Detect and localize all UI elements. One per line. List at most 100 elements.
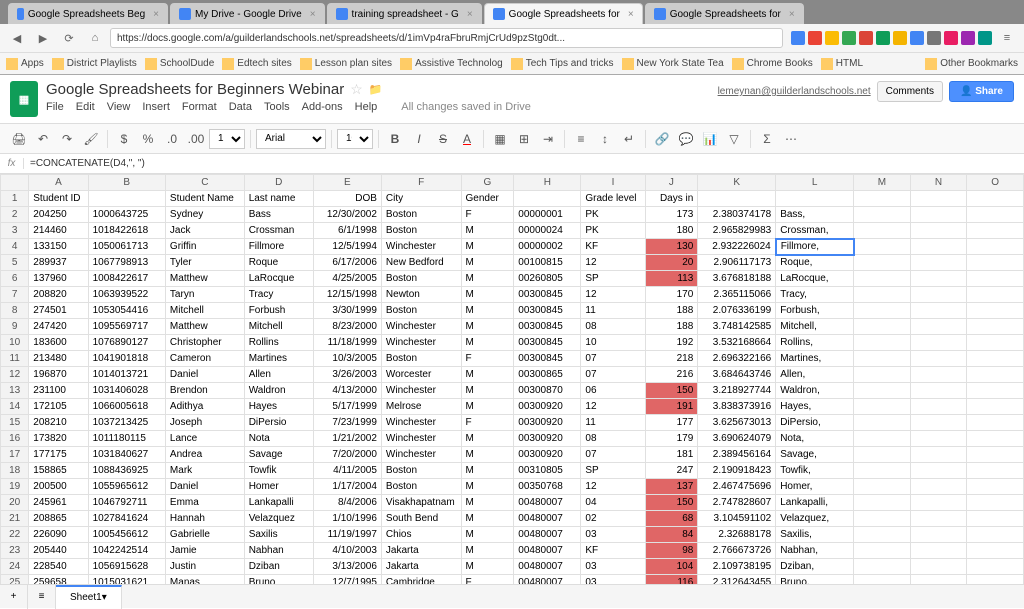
print-icon[interactable]: 🖨 <box>8 128 30 150</box>
cell[interactable]: Winchester <box>381 239 461 255</box>
cell[interactable]: 4/25/2005 <box>313 271 381 287</box>
cell[interactable]: Lance <box>165 431 244 447</box>
cell[interactable]: Homer <box>244 479 313 495</box>
cell[interactable]: M <box>461 303 514 319</box>
cell[interactable]: Emma <box>165 495 244 511</box>
cell[interactable]: M <box>461 495 514 511</box>
cell[interactable]: 00100815 <box>514 255 581 271</box>
cell[interactable]: 2.906117173 <box>698 255 776 271</box>
cell[interactable]: M <box>461 383 514 399</box>
cell[interactable]: 2.190918423 <box>698 463 776 479</box>
decimal-dec-icon[interactable]: .0 <box>161 128 183 150</box>
other-bookmarks[interactable]: Other Bookmarks <box>925 58 1018 70</box>
cell[interactable]: Nabhan, <box>776 543 854 559</box>
row-header[interactable]: 22 <box>1 527 29 543</box>
cell[interactable]: 07 <box>581 367 645 383</box>
cell[interactable]: Grade level <box>581 191 645 207</box>
cell[interactable]: 4/13/2000 <box>313 383 381 399</box>
cell[interactable]: Boston <box>381 463 461 479</box>
cell[interactable] <box>910 271 966 287</box>
cell[interactable] <box>854 431 911 447</box>
cell[interactable]: Mark <box>165 463 244 479</box>
cell[interactable]: 00000024 <box>514 223 581 239</box>
cell[interactable]: Worcester <box>381 367 461 383</box>
cell[interactable] <box>854 255 911 271</box>
cell[interactable]: 10/3/2005 <box>313 351 381 367</box>
browser-tab[interactable]: Google Spreadsheets for× <box>645 3 804 24</box>
cell[interactable]: Velazquez <box>244 511 313 527</box>
cell[interactable]: 7/23/1999 <box>313 415 381 431</box>
cell[interactable]: 4/10/2003 <box>313 543 381 559</box>
cell[interactable]: LaRocque, <box>776 271 854 287</box>
cell[interactable]: Savage <box>244 447 313 463</box>
cell[interactable]: 3.218927744 <box>698 383 776 399</box>
cell[interactable]: M <box>461 239 514 255</box>
ext-icon[interactable] <box>978 31 992 45</box>
bookmark-item[interactable]: New York State Tea <box>622 58 724 70</box>
cell[interactable]: 68 <box>645 511 698 527</box>
cell[interactable]: 1008422617 <box>88 271 165 287</box>
cell[interactable]: 00300845 <box>514 319 581 335</box>
cell[interactable]: DiPersio, <box>776 415 854 431</box>
cell[interactable]: 1011180115 <box>88 431 165 447</box>
cell[interactable]: DOB <box>313 191 381 207</box>
halign-icon[interactable]: ≡ <box>570 128 592 150</box>
cell[interactable] <box>967 559 1024 575</box>
ext-icon[interactable] <box>893 31 907 45</box>
cell[interactable]: Winchester <box>381 335 461 351</box>
row-header[interactable]: 23 <box>1 543 29 559</box>
text-color-icon[interactable]: A <box>456 128 478 150</box>
cell[interactable]: 00480007 <box>514 543 581 559</box>
cell[interactable] <box>910 495 966 511</box>
cell[interactable]: 12/5/1994 <box>313 239 381 255</box>
cell[interactable]: Hayes, <box>776 399 854 415</box>
cell[interactable] <box>910 559 966 575</box>
ext-icon[interactable] <box>842 31 856 45</box>
cell[interactable]: 00300845 <box>514 351 581 367</box>
cell[interactable]: 3/13/2006 <box>313 559 381 575</box>
col-header-I[interactable]: I <box>581 175 645 191</box>
cell[interactable]: 183600 <box>29 335 88 351</box>
cell[interactable]: Lankapalli <box>244 495 313 511</box>
cell[interactable]: 208210 <box>29 415 88 431</box>
cell[interactable]: 2.380374178 <box>698 207 776 223</box>
cell[interactable] <box>854 559 911 575</box>
cell[interactable]: LaRocque <box>244 271 313 287</box>
cell[interactable]: Newton <box>381 287 461 303</box>
cell[interactable] <box>967 383 1024 399</box>
cell[interactable] <box>854 207 911 223</box>
cell[interactable]: 00300845 <box>514 303 581 319</box>
cell[interactable]: 11/19/1997 <box>313 527 381 543</box>
row-header[interactable]: 9 <box>1 319 29 335</box>
cell[interactable]: Fillmore, <box>776 239 854 255</box>
cell[interactable]: 7/20/2000 <box>313 447 381 463</box>
col-header-C[interactable]: C <box>165 175 244 191</box>
col-header-J[interactable]: J <box>645 175 698 191</box>
row-header[interactable]: 8 <box>1 303 29 319</box>
row-header[interactable]: 16 <box>1 431 29 447</box>
col-header-H[interactable]: H <box>514 175 581 191</box>
cell[interactable] <box>854 367 911 383</box>
cell[interactable] <box>854 479 911 495</box>
cell[interactable]: 113 <box>645 271 698 287</box>
cell[interactable]: 158865 <box>29 463 88 479</box>
cell[interactable] <box>967 207 1024 223</box>
cell[interactable] <box>854 271 911 287</box>
cell[interactable]: 3.532168664 <box>698 335 776 351</box>
more-icon[interactable]: ⋯ <box>780 128 802 150</box>
font-select[interactable]: Arial <box>256 129 326 149</box>
cell[interactable]: 2.109738195 <box>698 559 776 575</box>
cell[interactable]: Martines <box>244 351 313 367</box>
cell[interactable]: 00000001 <box>514 207 581 223</box>
cell[interactable]: Adithya <box>165 399 244 415</box>
row-header[interactable]: 20 <box>1 495 29 511</box>
cell[interactable]: 1063939522 <box>88 287 165 303</box>
cell[interactable] <box>910 239 966 255</box>
cell[interactable] <box>854 335 911 351</box>
cell[interactable]: Hannah <box>165 511 244 527</box>
cell[interactable]: 150 <box>645 383 698 399</box>
cell[interactable] <box>854 223 911 239</box>
cell[interactable]: Last name <box>244 191 313 207</box>
cell[interactable]: Visakhapatnam <box>381 495 461 511</box>
decimal-inc-icon[interactable]: .00 <box>185 128 207 150</box>
